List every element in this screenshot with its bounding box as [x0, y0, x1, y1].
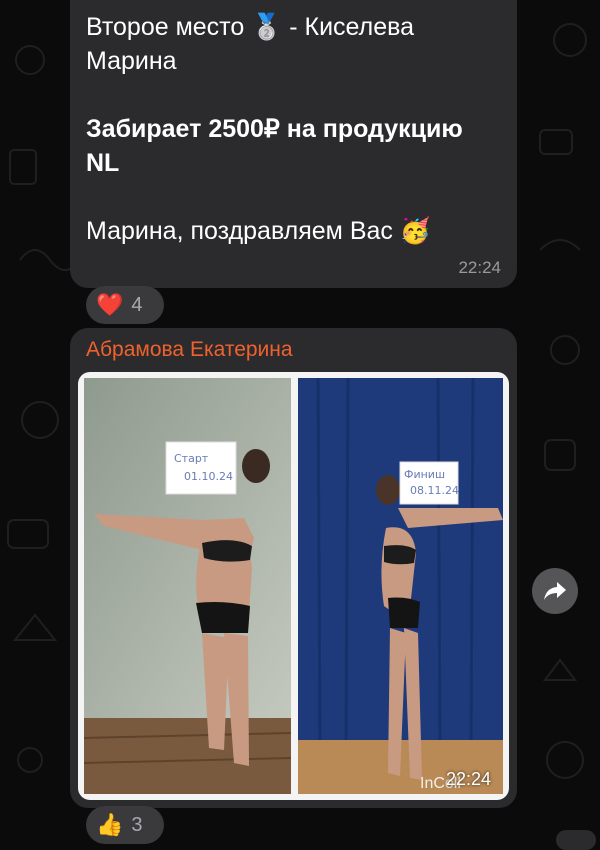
photo-after[interactable]: Финиш 08.11.24 InColl — [298, 378, 503, 794]
scroll-indicator[interactable] — [556, 830, 596, 850]
sign-text-line1: Финиш — [404, 468, 445, 481]
message-line-break — [86, 180, 501, 214]
message-line: Второе место 🥈 - Киселева — [86, 13, 415, 41]
message-line: Марина — [86, 47, 177, 75]
sign-text-line2: 01.10.24 — [184, 470, 233, 483]
photo-before[interactable]: Старт 01.10.24 — [84, 378, 291, 794]
share-arrow-icon — [544, 582, 566, 600]
message-timestamp: 22:24 — [445, 769, 491, 789]
before-photo-image: Старт 01.10.24 — [84, 378, 291, 794]
heart-icon: ❤️ — [96, 292, 124, 317]
message-line: Забирает 2500₽ на продукцию — [86, 115, 463, 143]
photo-album[interactable]: Старт 01.10.24 Финиш 08.11.24 InColl 22:… — [78, 372, 509, 800]
share-button[interactable] — [532, 568, 578, 614]
message-line: NL — [86, 149, 120, 177]
sender-name[interactable]: Абрамова Екатерина — [86, 338, 293, 362]
reaction-heart[interactable]: ❤️ 4 — [86, 286, 164, 324]
reaction-thumbs-up[interactable]: 👍 3 — [86, 806, 164, 844]
message-line-break — [86, 78, 501, 112]
sign-text-line2: 08.11.24 — [410, 484, 459, 497]
message-text: Второе место 🥈 - Киселева Марина Забирае… — [86, 10, 501, 248]
thumbs-up-icon: 👍 — [96, 812, 124, 837]
message-bubble-1[interactable]: Второе место 🥈 - Киселева Марина Забирае… — [70, 0, 517, 288]
reaction-count: 3 — [131, 813, 143, 836]
reaction-count: 4 — [131, 293, 143, 316]
message-timestamp: 22:24 — [458, 258, 501, 277]
after-photo-image: Финиш 08.11.24 InColl — [298, 378, 503, 794]
message-line: Марина, поздравляем Вас 🥳 — [86, 217, 431, 245]
sign-text-line1: Старт — [174, 452, 209, 465]
message-bubble-2[interactable]: Абрамова Екатерина Старт 01.10.24 Финиш … — [70, 328, 517, 808]
